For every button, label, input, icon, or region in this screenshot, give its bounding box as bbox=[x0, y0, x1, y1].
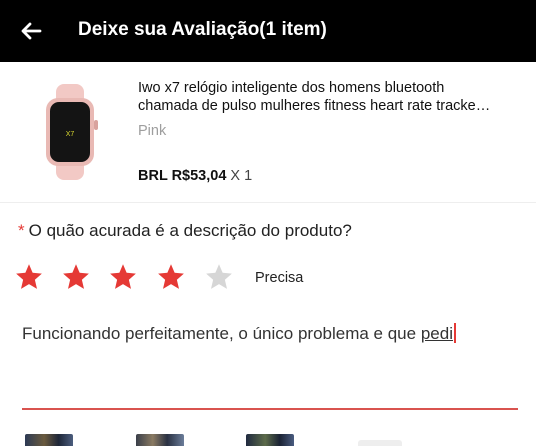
star-icon bbox=[16, 264, 42, 289]
review-photo[interactable] bbox=[246, 434, 294, 446]
text-cursor bbox=[453, 323, 456, 343]
star-icon bbox=[158, 264, 184, 289]
star-icon bbox=[63, 264, 89, 289]
review-current-word: pedi bbox=[420, 324, 453, 343]
photo-strip bbox=[0, 434, 536, 446]
watch-screen-label: X7 bbox=[66, 131, 75, 138]
star-icon bbox=[206, 264, 232, 289]
product-title-line: chamada de pulso mulheres fitness heart … bbox=[138, 98, 491, 114]
review-photo[interactable] bbox=[25, 434, 73, 446]
back-button[interactable] bbox=[18, 18, 44, 44]
review-photo[interactable] bbox=[136, 434, 184, 446]
star-1[interactable] bbox=[14, 262, 44, 292]
product-image: X7 bbox=[30, 84, 126, 180]
rating-label: Precisa bbox=[255, 270, 304, 286]
rating-question: * O quão acurada é a descrição do produto… bbox=[18, 221, 352, 241]
product-card: X7 Iwo x7 relógio inteligente dos homens… bbox=[0, 62, 536, 203]
product-quantity: X 1 bbox=[230, 168, 253, 184]
product-title-line: Iwo x7 relógio inteligente dos homens bl… bbox=[138, 80, 445, 96]
star-2[interactable] bbox=[61, 262, 91, 292]
product-variant: Pink bbox=[138, 123, 167, 139]
app-bar: Deixe sua Avaliação(1 item) bbox=[0, 0, 536, 62]
page-title: Deixe sua Avaliação(1 item) bbox=[78, 19, 327, 40]
product-price-row: BRL R$53,04 X 1 bbox=[138, 168, 252, 184]
required-mark: * bbox=[18, 221, 25, 240]
star-4[interactable] bbox=[156, 262, 186, 292]
star-3[interactable] bbox=[108, 262, 138, 292]
product-title[interactable]: Iwo x7 relógio inteligente dos homens bl… bbox=[138, 79, 508, 115]
star-5[interactable] bbox=[204, 262, 234, 292]
add-photo-button[interactable] bbox=[358, 440, 402, 446]
product-price: BRL R$53,04 bbox=[138, 168, 227, 184]
review-input-underline bbox=[22, 408, 518, 410]
star-icon bbox=[110, 264, 136, 289]
question-text: O quão acurada é a descrição do produto? bbox=[28, 221, 352, 240]
arrow-left-icon bbox=[21, 22, 42, 40]
review-text: Funcionando perfeitamente, o único probl… bbox=[22, 324, 421, 343]
review-input[interactable]: Funcionando perfeitamente, o único probl… bbox=[22, 323, 456, 344]
